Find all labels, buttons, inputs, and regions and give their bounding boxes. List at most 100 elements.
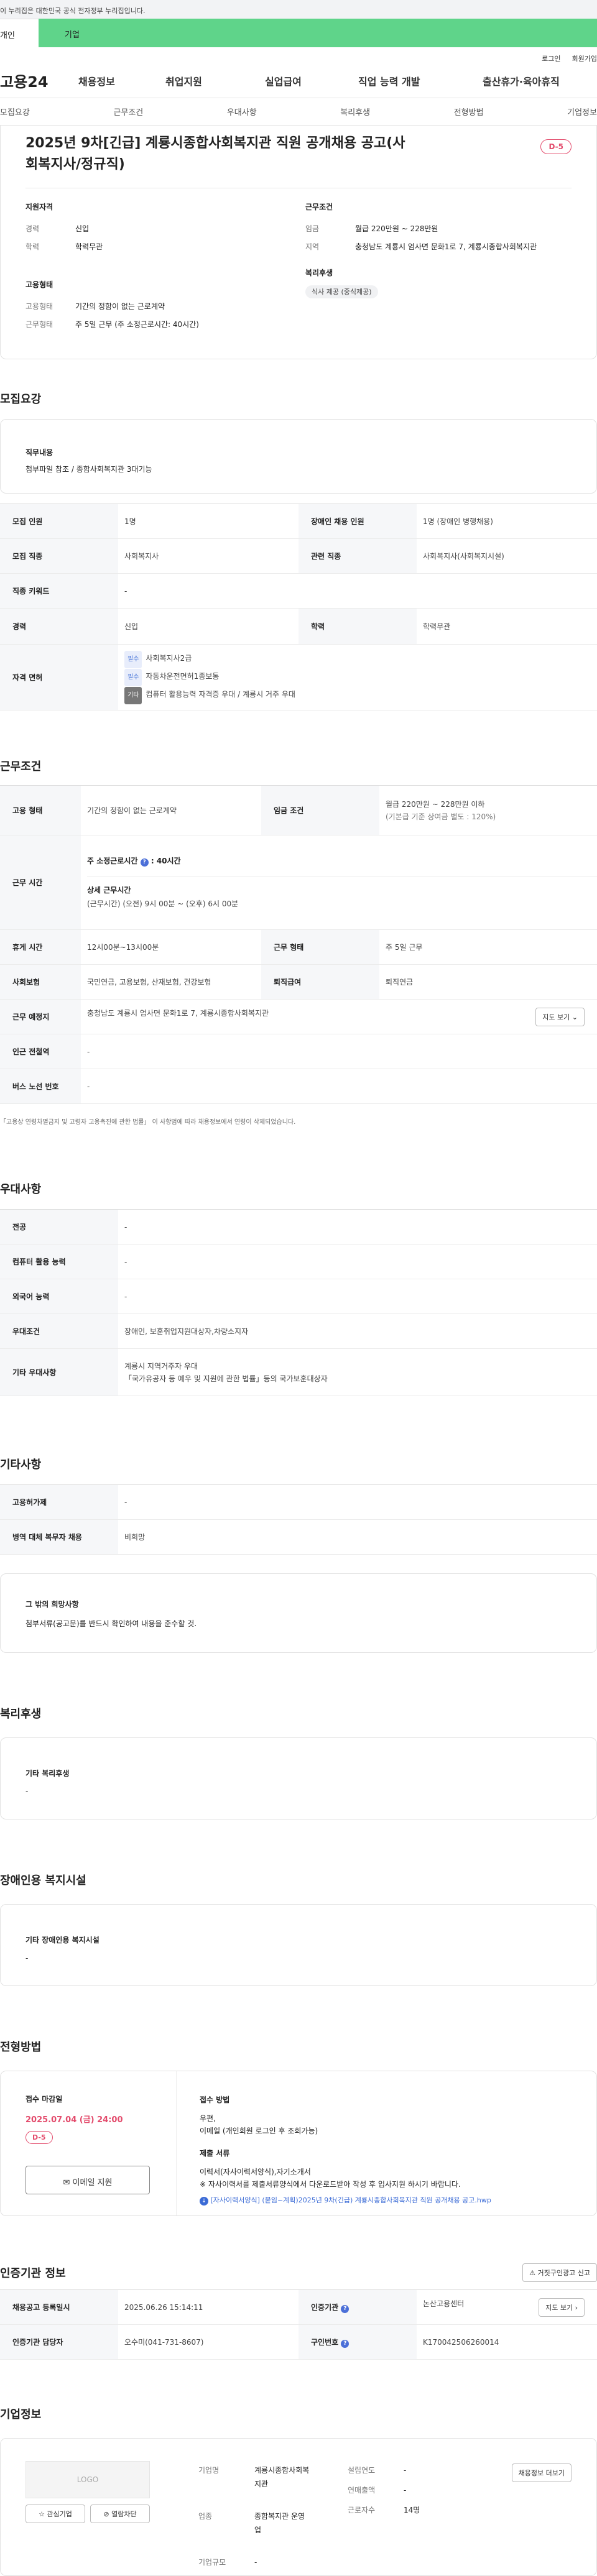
job-number-label: 구인번호: [311, 2337, 339, 2347]
license-tag: 기타: [124, 687, 142, 704]
company-name-label: 기업명: [198, 2466, 220, 2475]
info-icon[interactable]: ?: [140, 858, 149, 867]
pref-table: 전공 - 컴퓨터 활용 능력 - 외국어 능력 - 우대조건 장애인, 보훈취업지원대상…: [0, 1209, 597, 1396]
weekly-hours-label: 주 소정근로시간: [87, 857, 138, 865]
pc-skill-value: -: [118, 1244, 597, 1279]
anchor-pref[interactable]: 우대사항: [227, 106, 257, 117]
company-box: LOGO ☆ 관심기업 ⊘ 열람차단 기업명 계룡시종합사회복지관 업종 종합복지관…: [0, 2438, 597, 2576]
place-label: 근무 예정지: [0, 999, 81, 1034]
method-label: 접수 방법: [200, 2095, 230, 2104]
agency-label: 인증기관: [311, 2302, 339, 2312]
company-logo: LOGO: [25, 2461, 150, 2498]
insurance-label: 사회보험: [0, 964, 81, 1000]
attachment-link[interactable]: ↓ [자사이력서양식] (붙임~계획)2025년 9차(긴급) 계룡시종합사회복…: [200, 2194, 573, 2207]
info-icon[interactable]: ?: [341, 2304, 349, 2313]
founded-label: 설립연도: [348, 2466, 376, 2475]
wish-value: 첨부서류(공고문)를 반드시 확인하여 내용을 준수할 것.: [25, 1619, 197, 1628]
major-value: -: [118, 1209, 597, 1244]
menu-parental-leave[interactable]: 출산휴가·육아휴직: [483, 73, 560, 88]
job-value: 사회복지사: [118, 538, 298, 574]
pc-skill-label: 컴퓨터 활용 능력: [0, 1244, 118, 1279]
reg-date-value: 2025.06.26 15:14:11: [118, 2289, 298, 2325]
emptype-label: 고용형태: [25, 302, 53, 311]
workform-value: 주 5일 근무 (주 소정근로시간: 40시간): [75, 320, 199, 329]
more-jobs-button[interactable]: 채용정보 더보기: [511, 2463, 572, 2482]
employees-value: 14명: [404, 2506, 420, 2514]
license-label: 자격 면허: [0, 644, 118, 711]
anchor-work[interactable]: 근무조건: [113, 106, 143, 117]
license-name: 컴퓨터 활용능력 자격증 우대 / 계룡시 거주 우대: [146, 690, 295, 699]
keyword-label: 직종 키워드: [0, 573, 118, 609]
insurance-value: 국민연금, 고용보험, 산재보험, 건강보험: [81, 964, 261, 1000]
edu-label-2: 학력: [298, 608, 417, 645]
sales-label: 연매출액: [348, 2486, 376, 2495]
summary-card: 2025년 9차[긴급] 계룡시종합사회복지관 직원 공개채용 공고(사회복지사…: [0, 126, 597, 359]
major-label: 전공: [0, 1209, 118, 1244]
wage-cond-note: (기본급 기준 상여금 별도 : 120%): [386, 812, 496, 821]
welfare-label: 기타 복리후생: [25, 1769, 70, 1778]
site-logo[interactable]: 고용24: [0, 70, 78, 91]
agency-section-title: 인증기관 정보: [0, 2267, 66, 2280]
interest-label: 관심기업: [47, 2510, 72, 2518]
method-value-1: 우편,: [200, 2114, 216, 2123]
interest-company-button[interactable]: ☆ 관심기업: [25, 2505, 85, 2523]
related-value: 사회복지사(사회복지시설): [417, 538, 597, 574]
tab-company[interactable]: 기업: [39, 19, 597, 47]
gov-notice-text: 이 누리집은 대한민국 공식 전자정부 누리집입니다.: [0, 7, 146, 15]
company-size-value: -: [254, 2558, 257, 2567]
wage-label: 임금: [305, 224, 320, 233]
menu-unemployment-benefit[interactable]: 실업급여: [265, 73, 358, 88]
tab-personal[interactable]: 개인: [0, 19, 39, 47]
file-icon: ↓: [200, 2197, 208, 2206]
related-label: 관련 직종: [298, 538, 417, 574]
menu-jobs[interactable]: 채용정보: [78, 73, 165, 88]
disabled-label: 장애인 채용 인원: [298, 504, 417, 539]
emptype-label-2: 고용 형태: [0, 785, 81, 835]
language-label: 외국어 능력: [0, 1279, 118, 1314]
more-jobs-label: 채용정보 더보기: [518, 2469, 565, 2477]
star-icon: ☆: [39, 2510, 45, 2518]
place-value: 충청남도 계룡시 엄사면 문화1로 7, 계룡시종합사회복지관: [87, 1008, 269, 1018]
email-apply-button[interactable]: ✉ 이메일 지원: [25, 2166, 150, 2194]
docs-label: 제출 서류: [200, 2149, 230, 2158]
anchor-welfare[interactable]: 복리후생: [340, 106, 370, 117]
company-logo-text: LOGO: [76, 2475, 99, 2484]
location-label: 지역: [305, 242, 320, 251]
anchor-company[interactable]: 기업정보: [567, 106, 597, 117]
report-fake-ad-button[interactable]: ⚠ 거짓구인광고 신고: [522, 2263, 597, 2282]
headcount-label: 모집 인원: [0, 504, 118, 539]
facility-value: -: [25, 1954, 29, 1962]
headcount-value: 1명: [118, 504, 298, 539]
menu-employment-support[interactable]: 취업지원: [165, 73, 265, 88]
menu-training[interactable]: 직업 능력 개발: [358, 73, 483, 88]
emptype-value-2: 기간의 정함이 없는 근로계약: [81, 785, 261, 835]
pref-etc-value-2: 「국가유공자 등 예우 및 지원에 관한 법률」등의 국가보훈대상자: [124, 1374, 328, 1383]
edu-label: 학력: [25, 242, 40, 251]
block-view-button[interactable]: ⊘ 열람차단: [90, 2505, 150, 2523]
info-icon[interactable]: ?: [341, 2339, 349, 2348]
map-button[interactable]: 지도 보기 ⌄: [535, 1007, 585, 1026]
agency-map-button[interactable]: 지도 보기 ›: [539, 2298, 585, 2317]
recruit-table: 모집 인원 1명 장애인 채용 인원 1명 (장애인 병행채용) 모집 직종 사회복지사…: [0, 504, 597, 711]
anchor-process[interactable]: 전형방법: [454, 106, 484, 117]
wage-value: 월급 220만원 ~ 228만원: [355, 224, 438, 233]
login-link[interactable]: 로그인: [542, 55, 560, 63]
deadline-value: 2025.07.04 (금) 24:00: [25, 2115, 123, 2125]
pref-section-title: 우대사항: [0, 1183, 42, 1196]
wage-cond-value: 월급 220만원 ~ 228만원 이하: [386, 799, 485, 809]
docs-value-1: 이력서(자사이력서양식),자기소개서: [200, 2168, 311, 2176]
chevron-right-icon: ›: [575, 2303, 578, 2312]
company-size-label: 기업규모: [198, 2558, 226, 2567]
subway-value: -: [81, 1034, 597, 1069]
weekly-hours-value: 40시간: [156, 857, 181, 865]
map-button-label: 지도 보기: [542, 1013, 570, 1021]
welfare-section-title: 복리후생: [0, 1708, 42, 1721]
manager-label: 인증기관 담당자: [0, 2324, 118, 2360]
workform-label-2: 근무 형태: [261, 929, 379, 965]
anchor-recruit[interactable]: 모집요강: [0, 106, 30, 117]
duty-box: 직무내용 첨부파일 참조 / 종합사회복지관 3대기능: [0, 419, 597, 494]
signup-link[interactable]: 회원가입: [572, 55, 597, 63]
wish-box: 그 밖의 희망사항 첨부서류(공고문)를 반드시 확인하여 내용을 준수할 것.: [0, 1573, 597, 1653]
work-table: 고용 형태 기간의 정함이 없는 근로계약 임금 조건 월급 220만원 ~ 228만…: [0, 785, 597, 1104]
tab-personal-label: 개인: [0, 31, 15, 40]
